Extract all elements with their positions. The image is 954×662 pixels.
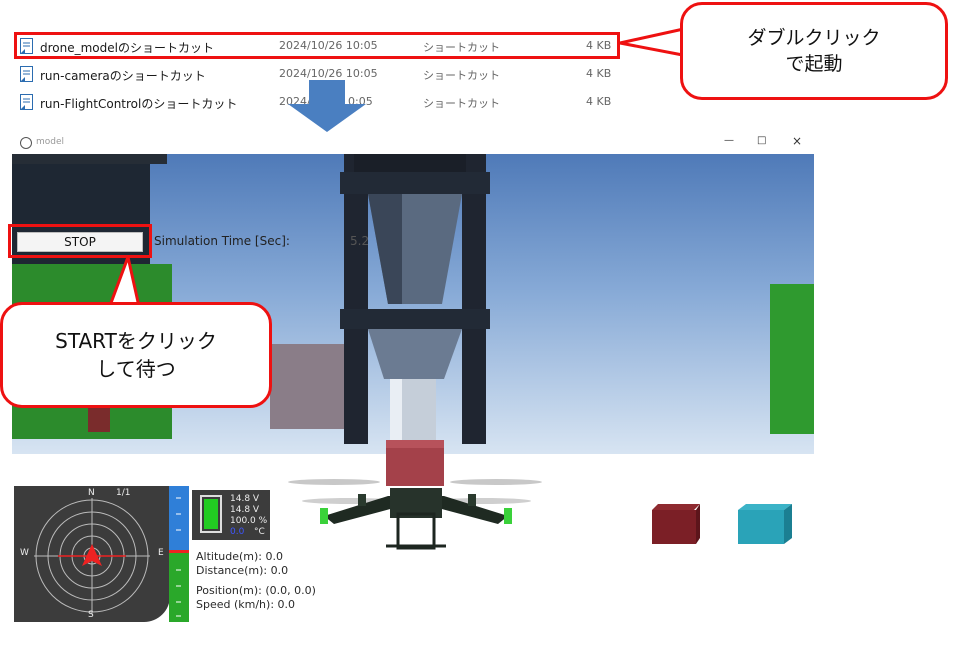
small-red-box — [88, 404, 110, 432]
file-name: run-cameraのショートカット — [40, 69, 206, 83]
callout-text-line1: ダブルクリック — [747, 27, 881, 49]
speed-readout: Speed (km/h): 0.0 — [196, 598, 296, 611]
battery-temp-unit: °C — [254, 527, 265, 537]
battery-temp-value: 0.0 — [230, 527, 245, 537]
maximize-button[interactable]: □ — [757, 135, 766, 146]
file-type: ショートカット — [423, 69, 500, 82]
callout-text-line2: して待つ — [96, 357, 176, 381]
altitude-ticks — [176, 497, 181, 617]
battery-icon — [200, 495, 222, 533]
compass-s-label: S — [88, 610, 94, 620]
cyan-target-box — [738, 504, 792, 544]
callout-text-line2: で起動 — [785, 53, 843, 75]
shortcut-file-icon — [20, 66, 33, 82]
altitude-bar — [169, 486, 189, 622]
battery-voltage-2: 14.8 V — [230, 505, 260, 515]
position-readout: Position(m): (0.0, 0.0) — [196, 584, 316, 597]
battery-panel: 14.8 V 14.8 V 100.0 % 0.0 °C — [192, 490, 270, 540]
file-date: 2024/10/26 10:05 — [279, 67, 378, 80]
compass-page-label: 1/1 — [116, 488, 131, 498]
left-building-roof — [12, 154, 167, 164]
battery-percent: 100.0 % — [230, 516, 268, 526]
app-icon — [20, 137, 32, 149]
compass-w-label: W — [20, 548, 29, 558]
altitude-readout: Altitude(m): 0.0 — [196, 550, 283, 563]
radar-graphic — [34, 498, 150, 614]
battery-voltage-1: 14.8 V — [230, 494, 260, 504]
compass-e-label: E — [158, 548, 164, 558]
battery-fill — [204, 499, 218, 529]
drone — [288, 440, 542, 550]
distance-readout: Distance(m): 0.0 — [196, 564, 289, 577]
shortcut-file-icon — [20, 94, 33, 110]
stop-highlight-box — [8, 224, 152, 258]
close-button[interactable]: × — [792, 134, 802, 148]
compass-panel: N 1/1 W E S — [14, 486, 170, 622]
central-tower — [340, 154, 490, 444]
sim-time-value: 5.2 — [350, 234, 370, 248]
red-target-box — [652, 504, 700, 544]
down-arrow-icon — [288, 80, 366, 132]
file-size: 4 KB — [586, 95, 612, 108]
file-name: run-FlightControlのショートカット — [40, 97, 238, 111]
minimize-button[interactable]: — — [724, 135, 734, 146]
compass-n-label: N — [88, 488, 95, 498]
callout-text-line1: STARTをクリック — [55, 329, 217, 353]
start-callout: STARTをクリック して待つ — [0, 302, 272, 408]
sim-time-label: Simulation Time [Sec]: — [154, 234, 290, 248]
file-size: 4 KB — [586, 67, 612, 80]
double-click-callout: ダブルクリック で起動 — [680, 2, 948, 100]
file-highlight-box — [14, 32, 620, 59]
green-block-right — [770, 284, 814, 434]
window-title: model — [36, 137, 65, 147]
file-type: ショートカット — [423, 97, 500, 110]
window-titlebar: model — □ × — [12, 132, 814, 154]
